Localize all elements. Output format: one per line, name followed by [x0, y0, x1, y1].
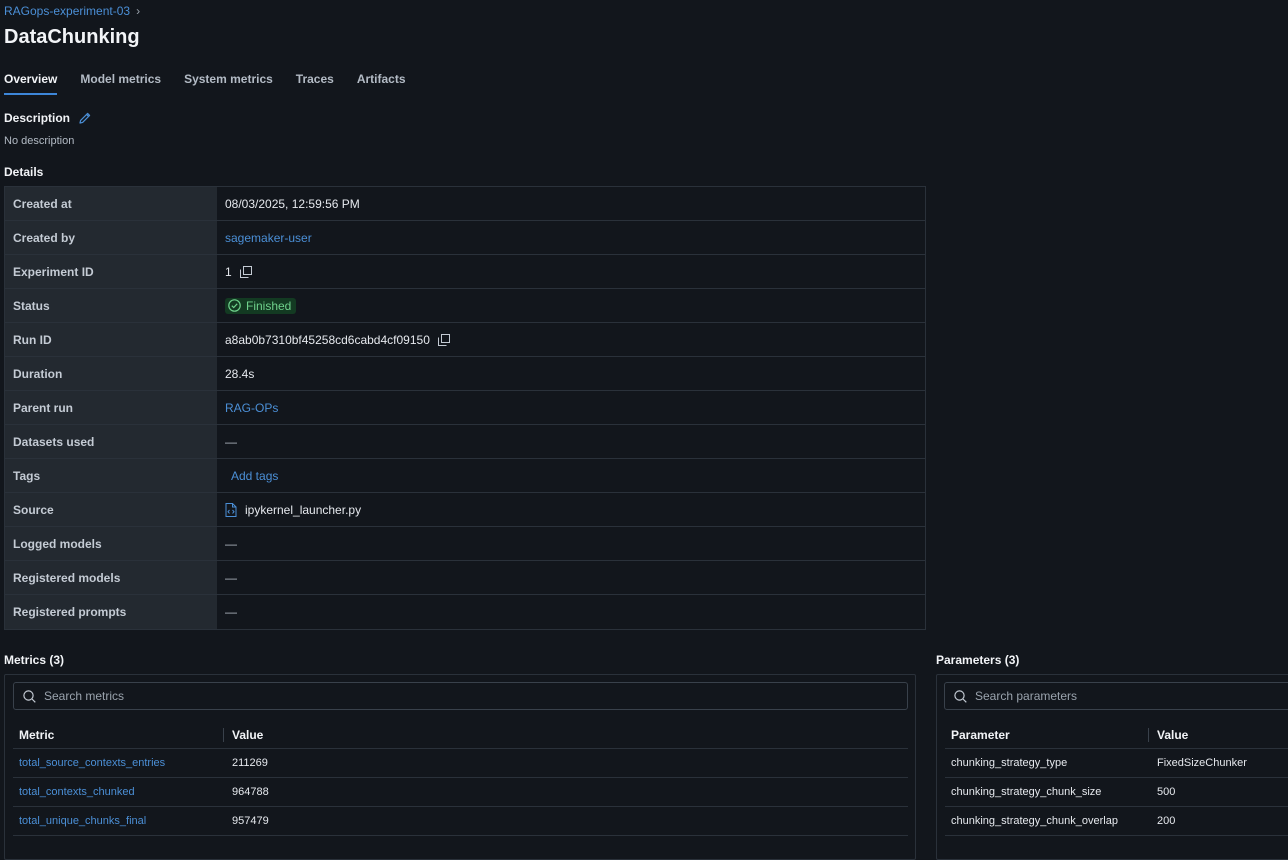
details-key: Registered models — [5, 561, 217, 594]
metrics-table-header: Metric Value — [13, 722, 908, 749]
details-row-experiment-id: Experiment ID 1 — [5, 255, 925, 289]
details-row-datasets-used: Datasets used — — [5, 425, 925, 459]
tab-model-metrics[interactable]: Model metrics — [80, 72, 161, 95]
details-key: Status — [5, 289, 217, 322]
table-row: total_unique_chunks_final 957479 — [13, 807, 908, 836]
details-key: Run ID — [5, 323, 217, 356]
table-row: chunking_strategy_chunk_overlap 200 — [945, 807, 1288, 836]
parameter-value: FixedSizeChunker — [1157, 757, 1247, 769]
parameter-name: chunking_strategy_chunk_overlap — [951, 815, 1118, 827]
table-row: chunking_strategy_chunk_size 500 — [945, 778, 1288, 807]
details-key: Registered prompts — [5, 595, 217, 629]
parameter-name: chunking_strategy_chunk_size — [951, 786, 1102, 798]
details-key: Experiment ID — [5, 255, 217, 288]
metric-link[interactable]: total_source_contexts_entries — [19, 757, 165, 769]
registered-prompts-value: — — [225, 605, 237, 619]
details-row-registered-models: Registered models — — [5, 561, 925, 595]
parameter-value: 500 — [1157, 786, 1176, 798]
details-row-source: Source ipykernel_launcher.py — [5, 493, 925, 527]
description-text: No description — [4, 135, 75, 147]
page-title: DataChunking — [4, 26, 140, 48]
logged-models-value: — — [225, 536, 237, 551]
breadcrumb-experiment-link[interactable]: RAGops-experiment-03 — [4, 4, 130, 18]
parameter-name: chunking_strategy_type — [951, 757, 1068, 769]
details-row-created-at: Created at 08/03/2025, 12:59:56 PM — [5, 187, 925, 221]
details-key: Created by — [5, 221, 217, 254]
details-key: Created at — [5, 187, 217, 220]
details-table: Created at 08/03/2025, 12:59:56 PM Creat… — [4, 186, 926, 630]
breadcrumb: RAGops-experiment-03 › — [4, 4, 140, 18]
details-key: Tags — [5, 459, 217, 492]
details-key: Source — [5, 493, 217, 526]
parameters-table-header: Parameter Value — [945, 722, 1288, 749]
parameter-value: 200 — [1157, 815, 1176, 827]
created-at-value: 08/03/2025, 12:59:56 PM — [225, 196, 360, 211]
details-heading: Details — [4, 165, 44, 179]
copy-icon[interactable] — [437, 333, 450, 346]
tab-bar: Overview Model metrics System metrics Tr… — [4, 72, 406, 95]
details-row-created-by: Created by sagemaker-user — [5, 221, 925, 255]
column-header-value[interactable]: Value — [223, 728, 263, 742]
metric-link[interactable]: total_contexts_chunked — [19, 786, 135, 798]
metric-value: 211269 — [232, 757, 268, 769]
column-header-parameter[interactable]: Parameter — [945, 728, 1148, 742]
tab-artifacts[interactable]: Artifacts — [357, 72, 406, 95]
tab-overview[interactable]: Overview — [4, 72, 58, 95]
run-overview-page: RAGops-experiment-03 › DataChunking Over… — [0, 0, 1288, 860]
source-value[interactable]: ipykernel_launcher.py — [245, 503, 361, 517]
table-row: total_source_contexts_entries 211269 — [13, 749, 908, 778]
search-icon — [954, 689, 967, 703]
metrics-search-input[interactable] — [44, 689, 840, 703]
details-row-run-id: Run ID a8ab0b7310bf45258cd6cabd4cf09150 — [5, 323, 925, 357]
details-row-status: Status Finished — [5, 289, 925, 323]
column-header-value[interactable]: Value — [1148, 728, 1188, 742]
experiment-id-value: 1 — [225, 264, 232, 279]
parameters-panel: Parameter Value chunking_strategy_type F… — [936, 674, 1288, 860]
datasets-used-value: — — [225, 434, 237, 449]
created-by-link[interactable]: sagemaker-user — [225, 231, 312, 245]
chevron-right-icon: › — [136, 4, 141, 18]
metrics-table: Metric Value total_source_contexts_entri… — [13, 722, 908, 836]
duration-value: 28.4s — [225, 366, 255, 381]
tab-system-metrics[interactable]: System metrics — [184, 72, 273, 95]
tab-traces[interactable]: Traces — [296, 72, 334, 95]
details-key: Logged models — [5, 527, 217, 560]
status-text: Finished — [246, 298, 292, 313]
description-heading: Description — [4, 111, 71, 125]
details-key: Datasets used — [5, 425, 217, 458]
add-tags-button[interactable]: Add tags — [225, 469, 278, 483]
details-row-duration: Duration 28.4s — [5, 357, 925, 391]
run-id-value: a8ab0b7310bf45258cd6cabd4cf09150 — [225, 332, 430, 347]
metric-link[interactable]: total_unique_chunks_final — [19, 815, 146, 827]
search-icon — [23, 689, 36, 703]
parameters-search-box — [944, 682, 1288, 710]
details-row-logged-models: Logged models — — [5, 527, 925, 561]
table-row: chunking_strategy_type FixedSizeChunker — [945, 749, 1288, 778]
parameters-heading: Parameters (3) — [936, 653, 1020, 667]
details-row-tags: Tags Add tags — [5, 459, 925, 493]
column-header-metric[interactable]: Metric — [13, 728, 223, 742]
details-key: Duration — [5, 357, 217, 390]
status-badge: Finished — [225, 297, 297, 314]
parent-run-link[interactable]: RAG-OPs — [225, 401, 278, 415]
parameters-search-input[interactable] — [975, 689, 1288, 703]
table-row: total_contexts_chunked 964788 — [13, 778, 908, 807]
notebook-file-icon — [225, 502, 237, 517]
metric-value: 957479 — [232, 815, 269, 827]
details-key: Parent run — [5, 391, 217, 424]
description-header: Description — [4, 111, 92, 125]
pencil-icon[interactable] — [78, 111, 92, 125]
check-circle-icon — [228, 299, 241, 312]
metrics-search-box — [13, 682, 908, 710]
metrics-heading: Metrics (3) — [4, 653, 65, 667]
registered-models-value: — — [225, 570, 237, 585]
metric-value: 964788 — [232, 786, 269, 798]
parameters-table: Parameter Value chunking_strategy_type F… — [945, 722, 1288, 836]
metrics-panel: Metric Value total_source_contexts_entri… — [4, 674, 916, 860]
details-row-parent-run: Parent run RAG-OPs — [5, 391, 925, 425]
details-row-registered-prompts: Registered prompts — — [5, 595, 925, 629]
copy-icon[interactable] — [239, 265, 252, 278]
